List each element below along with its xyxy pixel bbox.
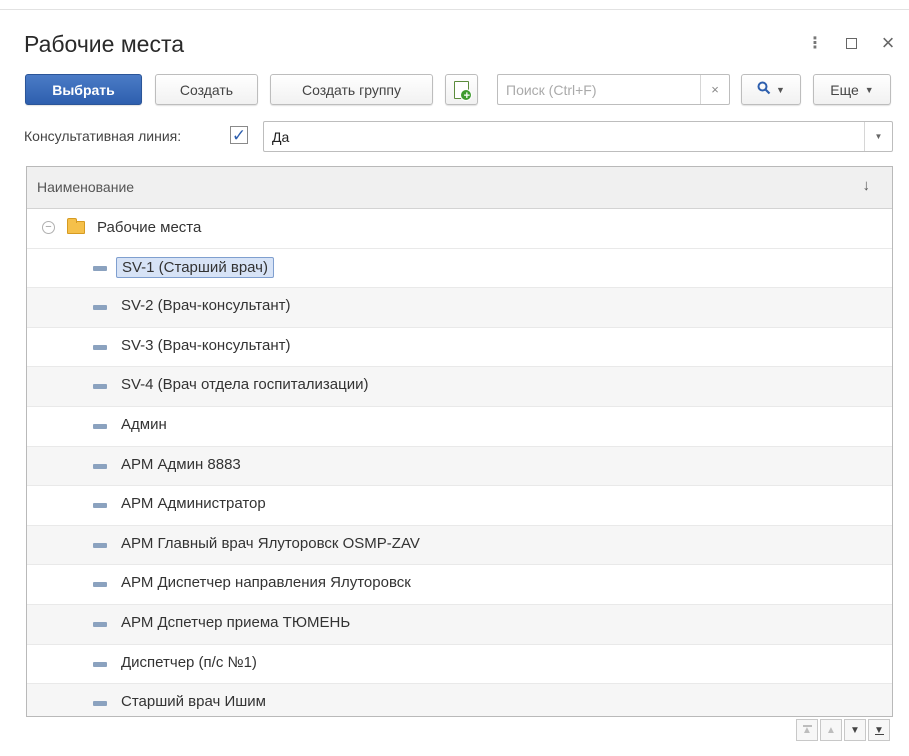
table-row[interactable]: SV-2 (Врач-консультант) [27,288,892,328]
scroll-up-button[interactable]: ▲ [820,719,842,741]
search-input[interactable] [498,75,698,104]
row-label: Диспетчер (п/с №1) [121,653,257,671]
table-row[interactable]: SV-4 (Врач отдела госпитализации) [27,367,892,407]
table-row[interactable]: Старший врач Ишим [27,684,892,716]
window-menu-icon[interactable]: ⋮ [804,30,826,56]
select-button[interactable]: Выбрать [25,74,142,105]
chevron-down-icon: ▼ [864,84,874,95]
item-icon [93,701,107,707]
table-row[interactable]: АРМ Диспетчер направления Ялуторовск [27,565,892,605]
row-label: АРМ Админ 8883 [121,455,241,473]
group-row[interactable]: − Рабочие места [27,209,892,249]
search-field[interactable]: × [497,74,730,105]
create-group-button[interactable]: Создать группу [270,74,433,105]
table-row[interactable]: АРМ Админ 8883 [27,446,892,487]
bar-icon [802,725,812,727]
find-button[interactable]: ▼ [741,74,801,105]
search-clear-icon[interactable]: × [700,75,729,104]
item-icon [93,542,107,548]
top-edge [0,0,909,10]
checkmark-icon: ✓ [231,125,247,145]
scroll-down-button[interactable]: ▼ [844,719,866,741]
list-table: Наименование ↓ − Рабочие места SV-1 (Ста… [26,166,893,717]
row-label: SV-4 (Врач отдела госпитализации) [121,376,369,394]
row-label: Старший врач Ишим [121,693,266,711]
item-icon [93,503,107,509]
filter-label: Консультативная линия: [24,128,182,144]
maximize-icon[interactable] [840,30,862,56]
row-label: АРМ Диспетчер направления Ялуторовск [121,574,411,592]
table-row[interactable]: Админ [27,407,892,447]
select-value: Да [272,129,290,145]
column-header-name[interactable]: Наименование [37,179,134,195]
consult-line-select[interactable]: Да ▼ [263,121,893,152]
table-row[interactable]: SV-1 (Старший врач) [27,249,892,289]
consult-line-checkbox[interactable]: ✓ [230,126,248,144]
more-button[interactable]: Еще ▼ [813,74,891,105]
chevron-down-icon: ▼ [776,84,785,95]
copy-document-icon [454,80,472,102]
row-label: АРМ Администратор [121,495,266,513]
row-label: SV-2 (Врач-консультант) [121,297,291,315]
search-icon [757,81,771,99]
item-icon [93,661,107,667]
copy-button[interactable] [445,74,478,105]
table-row[interactable]: АРМ Главный врач Ялуторовск OSMP-ZAV [27,525,892,566]
scroll-last-button[interactable]: ▼ [868,719,890,741]
row-label: SV-1 (Старший врач) [116,256,274,278]
item-icon [93,265,107,271]
scroll-first-button[interactable]: ▲ [796,719,818,741]
table-row[interactable]: АРМ Дспетчер приема ТЮМЕНЬ [27,604,892,645]
row-label: SV-3 (Врач-консультант) [121,336,291,354]
item-icon [93,305,107,311]
sort-arrow-icon: ↓ [862,177,871,194]
collapse-icon[interactable]: − [42,221,55,234]
item-icon [93,384,107,390]
table-row[interactable]: Диспетчер (п/с №1) [27,645,892,685]
group-label: Рабочие места [97,219,202,236]
table-row[interactable]: АРМ Администратор [27,486,892,526]
row-label: АРМ Главный врач Ялуторовск OSMP-ZAV [121,534,420,552]
more-label: Еще [830,81,859,98]
table-header[interactable]: Наименование ↓ [27,167,892,209]
row-label: Админ [121,415,167,433]
create-button[interactable]: Создать [155,74,258,105]
row-label: АРМ Дспетчер приема ТЮМЕНЬ [121,613,351,631]
item-icon [93,621,107,627]
item-icon [93,582,107,588]
dropdown-arrow-icon[interactable]: ▼ [864,122,892,151]
window-title: Рабочие места [24,31,185,57]
table-row[interactable]: SV-3 (Врач-консультант) [27,328,892,368]
item-icon [93,423,107,429]
folder-icon [67,218,85,234]
close-icon[interactable]: × [877,30,899,56]
item-icon [93,344,107,350]
item-icon [93,463,107,469]
bar-icon [874,733,884,735]
